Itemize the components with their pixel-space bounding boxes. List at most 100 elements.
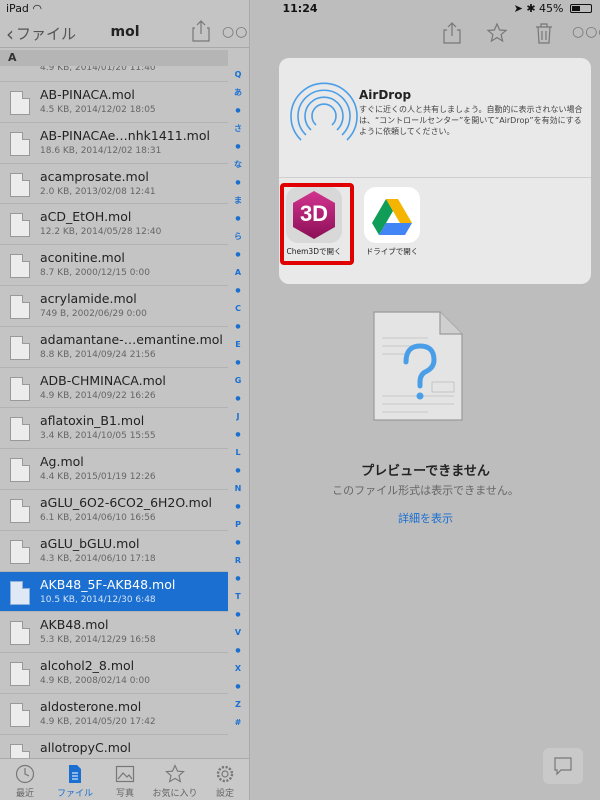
file-row[interactable]: aldosterone.mol 4.9 KB, 2014/05/20 17:42	[0, 694, 228, 735]
index-item[interactable]: ●	[229, 174, 247, 192]
file-row[interactable]: aGLU_bGLU.mol 4.3 KB, 2014/06/10 17:18	[0, 531, 228, 572]
file-name: allotropyC.mol	[40, 739, 131, 755]
file-row[interactable]: acrylamide.mol 749 B, 2002/06/29 0:00	[0, 286, 228, 327]
index-item[interactable]: ●	[229, 102, 247, 120]
index-item[interactable]: ●	[229, 462, 247, 480]
index-item[interactable]: ●	[229, 246, 247, 264]
file-row[interactable]: acamprosate.mol 2.0 KB, 2013/02/08 12:41	[0, 164, 228, 205]
tab-recent[interactable]: 最近	[0, 759, 50, 800]
file-row[interactable]: AKB48.mol 5.3 KB, 2014/12/29 16:58	[0, 612, 228, 654]
file-row[interactable]: aCD_EtOH.mol 12.2 KB, 2014/05/28 12:40	[0, 204, 228, 246]
index-item[interactable]: A	[229, 264, 247, 282]
show-details-link[interactable]: 詳細を表示	[251, 510, 600, 526]
index-item[interactable]: ●	[229, 390, 247, 408]
left-navigation-bar: ‹ファイル mol ○○○	[0, 16, 249, 48]
index-item[interactable]: ●	[229, 138, 247, 156]
file-row[interactable]: aflatoxin_B1.mol 3.4 KB, 2014/10/05 15:55	[0, 408, 228, 450]
index-item[interactable]: Z	[229, 696, 247, 714]
index-item[interactable]: ●	[229, 570, 247, 588]
index-item[interactable]: P	[229, 516, 247, 534]
file-icon	[10, 294, 30, 319]
index-item[interactable]: R	[229, 552, 247, 570]
file-icon	[10, 417, 30, 442]
file-row[interactable]: alcohol2_8.mol 4.9 KB, 2008/02/14 0:00	[0, 653, 228, 694]
file-row[interactable]: 4.9 KB, 2014/01/20 11:40	[0, 66, 228, 82]
index-item[interactable]: な	[229, 156, 247, 174]
index-item[interactable]: ●	[229, 282, 247, 300]
index-item[interactable]: X	[229, 660, 247, 678]
tab-photos[interactable]: 写真	[100, 759, 150, 800]
file-browser-pane: ‹ファイル mol ○○○ A 4.9 KB, 2014/01/20 11:40…	[0, 0, 250, 800]
tab-settings[interactable]: 設定	[200, 759, 249, 800]
file-row[interactable]: Ag.mol 4.4 KB, 2015/01/19 12:26	[0, 449, 228, 490]
share-icon[interactable]	[441, 22, 463, 44]
file-row[interactable]: AB-PINACAe…nhk1411.mol 18.6 KB, 2014/12/0…	[0, 123, 228, 164]
section-header: A	[0, 50, 228, 66]
index-item[interactable]: J	[229, 408, 247, 426]
index-item[interactable]: ●	[229, 210, 247, 228]
google-drive-icon	[364, 187, 420, 243]
index-item[interactable]: Q	[229, 66, 247, 84]
star-icon[interactable]	[486, 22, 508, 44]
comment-button[interactable]	[543, 748, 583, 784]
app-label: ドライブで開く	[365, 247, 419, 256]
file-name: AB-PINACA.mol	[40, 87, 135, 102]
index-item[interactable]: あ	[229, 84, 247, 102]
airdrop-section[interactable]: AirDrop すぐに近くの人と共有しましょう。自動的に表示されない場合は、“コ…	[279, 58, 591, 178]
file-meta: 12.2 KB, 2014/05/28 12:40	[40, 227, 162, 238]
file-icon	[10, 376, 30, 401]
section-index-bar[interactable]: Q あ ● さ ● な ● ま ● ら ● A ● C ● E ● G ● J ● L ● N ● P ● R ● T ● V ● X ● Z #	[229, 66, 247, 746]
file-row[interactable]: AB-PINACA.mol 4.5 KB, 2014/12/02 18:05	[0, 82, 228, 123]
index-item[interactable]: ●	[229, 678, 247, 696]
tab-bar: 最近 ファイル 写真 お気に入り 設定	[0, 758, 249, 800]
index-item[interactable]: L	[229, 444, 247, 462]
airdrop-description: すぐに近くの人と共有しましょう。自動的に表示されない場合は、“コントロールセンタ…	[359, 105, 583, 136]
file-icon	[10, 91, 30, 115]
tab-favorites[interactable]: お気に入り	[150, 759, 200, 800]
index-item[interactable]: ●	[229, 606, 247, 624]
star-icon	[165, 764, 185, 783]
index-item[interactable]: C	[229, 300, 247, 318]
file-meta: 2.0 KB, 2013/02/08 12:41	[40, 186, 156, 197]
index-item[interactable]: ●	[229, 642, 247, 660]
tab-files[interactable]: ファイル	[50, 759, 100, 800]
index-item[interactable]: ●	[229, 534, 247, 552]
index-item[interactable]: ●	[229, 354, 247, 372]
file-row[interactable]: aGLU_6O2-6CO2_6H2O.mol 6.1 KB, 2014/06/10…	[0, 490, 228, 531]
file-name: acrylamide.mol	[40, 290, 137, 306]
file-meta: 749 B, 2002/06/29 0:00	[40, 308, 147, 319]
file-row[interactable]: allotropyC.mol20.0 KB, 2015/01/19 22:25	[0, 735, 228, 758]
file-row[interactable]: ADB-CHMINACA.mol 4.9 KB, 2014/09/22 16:26	[0, 368, 228, 409]
tab-label: ファイル	[56, 789, 93, 799]
file-icon	[10, 498, 30, 523]
file-meta: 4.9 KB, 2014/05/20 17:42	[40, 716, 156, 727]
index-item[interactable]: ●	[229, 426, 247, 444]
index-item[interactable]: N	[229, 480, 247, 498]
index-item[interactable]: V	[229, 624, 247, 642]
index-item[interactable]: #	[229, 714, 247, 732]
index-item[interactable]: さ	[229, 120, 247, 138]
index-item[interactable]: E	[229, 336, 247, 354]
index-item[interactable]: ●	[229, 498, 247, 516]
file-meta: 5.3 KB, 2014/12/29 16:58	[40, 635, 156, 646]
file-icon	[10, 335, 30, 360]
index-item[interactable]: ●	[229, 318, 247, 336]
more-icon[interactable]: ○○○	[222, 24, 249, 40]
file-name: aflatoxin_B1.mol	[40, 413, 145, 429]
share-icon[interactable]	[192, 20, 210, 42]
index-item[interactable]: T	[229, 588, 247, 606]
index-item[interactable]: ま	[229, 192, 247, 210]
clock-icon	[15, 764, 35, 784]
trash-icon[interactable]	[533, 22, 555, 44]
open-in-drive-button[interactable]: ドライブで開く	[357, 187, 427, 257]
file-row[interactable]: AKB48_5F-AKB48.mol 10.5 KB, 2014/12/30 6:…	[0, 571, 228, 613]
file-list[interactable]: 4.9 KB, 2014/01/20 11:40 AB-PINACA.mol 4.5…	[0, 66, 228, 758]
file-row[interactable]: aconitine.mol 8.7 KB, 2000/12/15 0:00	[0, 245, 228, 286]
photo-icon	[115, 765, 135, 783]
open-in-apps: 3D Chem3Dで開く ドライブで開く	[279, 179, 591, 284]
index-item[interactable]: ら	[229, 228, 247, 246]
more-icon[interactable]: ○○○	[572, 24, 600, 40]
file-row[interactable]: adamantane-…emantine.mol 8.8 KB, 2014/09/…	[0, 327, 228, 368]
index-item[interactable]: G	[229, 372, 247, 390]
preview-subtitle: このファイル形式は表示できません。	[332, 484, 519, 497]
